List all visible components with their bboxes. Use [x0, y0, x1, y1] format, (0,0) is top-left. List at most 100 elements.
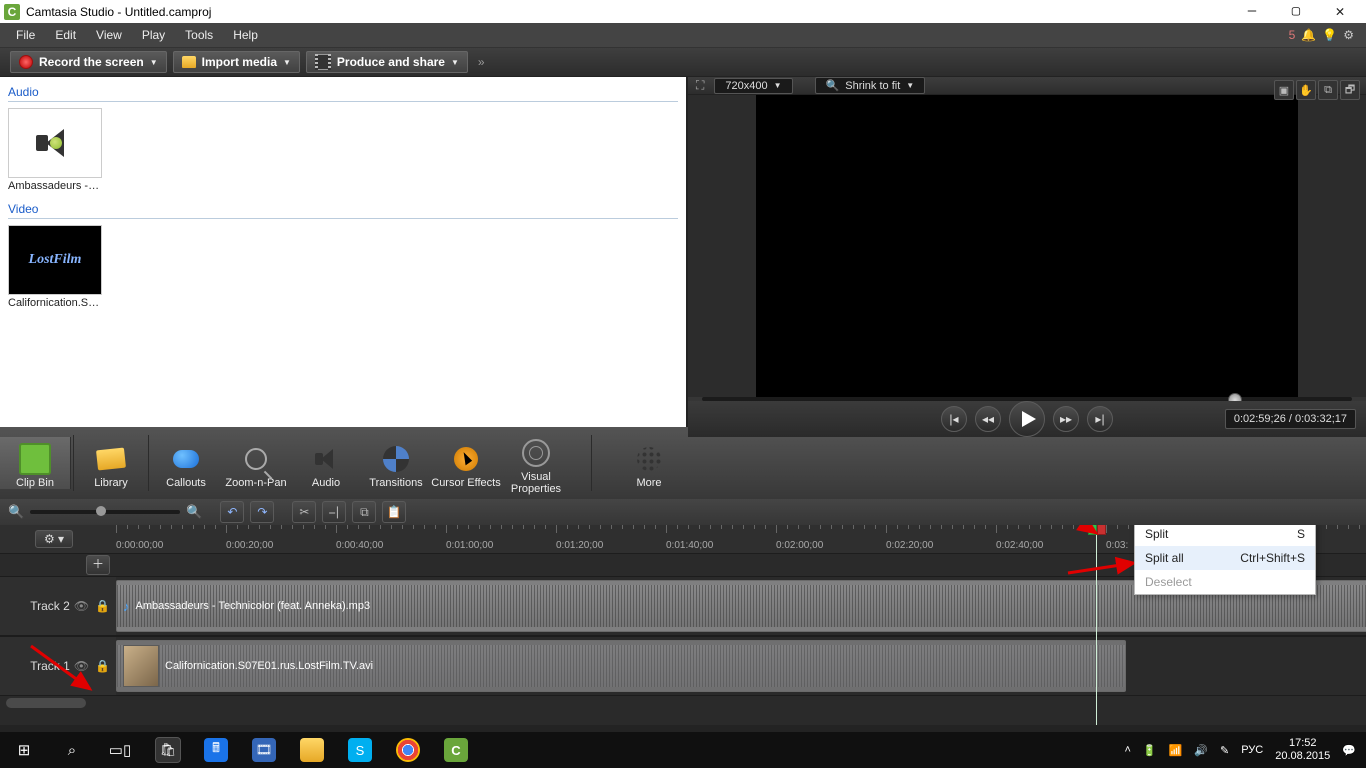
timeline-scrollbar[interactable]	[0, 696, 1366, 710]
tb-camtasia[interactable]: C	[432, 732, 480, 768]
tb-film[interactable]: 🎞	[240, 732, 288, 768]
tab-clip-bin[interactable]: Clip Bin	[0, 437, 71, 489]
pen-icon[interactable]: ✎	[1220, 744, 1229, 757]
chevron-down-icon: ▼	[451, 58, 459, 67]
alert-count: 5	[1289, 28, 1296, 42]
track-1-clip[interactable]: Californication.S07E01.rus.LostFilm.TV.a…	[116, 640, 1126, 692]
tab-cursor-effects[interactable]: Cursor Effects	[431, 437, 501, 489]
next-frame-button[interactable]: ▸|	[1087, 406, 1113, 432]
menu-view[interactable]: View	[86, 23, 132, 47]
rewind-button[interactable]: ◂◂	[975, 406, 1001, 432]
lock-icon[interactable]: 🔒	[95, 599, 110, 613]
pv-corner-2[interactable]: ✋	[1296, 80, 1316, 100]
tab-visual-properties[interactable]: Visual Properties	[501, 431, 571, 495]
menu-play[interactable]: Play	[132, 23, 175, 47]
split-button[interactable]: ⎯⎮	[322, 501, 346, 523]
tab-callouts[interactable]: Callouts	[151, 437, 221, 489]
zoom-dropdown[interactable]: 🔍 Shrink to fit ▼	[815, 77, 926, 94]
forward-button[interactable]: ▸▸	[1053, 406, 1079, 432]
audio-clip-name: Ambassadeurs - Technicolor (fe...	[8, 178, 100, 192]
music-note-icon: ♪	[123, 599, 130, 614]
app-icon: C	[4, 4, 20, 20]
ruler-tick: 0:00:00;00	[116, 540, 163, 551]
tab-zoom-pan[interactable]: Zoom-n-Pan	[221, 437, 291, 489]
tray-up-icon[interactable]: ˄	[1124, 744, 1130, 756]
playhead[interactable]	[1096, 525, 1097, 725]
paste-button[interactable]: 📋	[382, 501, 406, 523]
transitions-icon	[383, 446, 409, 472]
video-thumb: LostFilm	[8, 225, 102, 295]
search-icon[interactable]: ⌕	[48, 732, 96, 768]
close-button[interactable]: ✕	[1318, 2, 1362, 22]
timeline: ⚙ ▾ 0:00:00;000:00:20;000:00:40;000:01:0…	[0, 525, 1366, 725]
gear-icon[interactable]: ⚙	[1343, 28, 1354, 42]
video-clip-item[interactable]: LostFilm Californication.S0...	[8, 225, 100, 309]
track-1: Track 1 👁 🔒 Californication.S07E01.rus.L…	[0, 636, 1366, 696]
eye-icon[interactable]: 👁	[74, 599, 89, 613]
ctx-split[interactable]: SplitS	[1135, 525, 1315, 546]
pv-corner-1[interactable]: ▣	[1274, 80, 1294, 100]
audio-clip-item[interactable]: Ambassadeurs - Technicolor (fe...	[8, 108, 100, 192]
add-track-button[interactable]: ＋	[86, 555, 110, 575]
ruler-tick: 0:01:40;00	[666, 540, 713, 551]
film-icon	[315, 54, 331, 70]
lang-indicator[interactable]: РУС	[1241, 744, 1263, 756]
start-button[interactable]: ⊞	[0, 732, 48, 768]
play-button[interactable]	[1009, 401, 1045, 437]
cut-button[interactable]: ✂	[292, 501, 316, 523]
timeline-zoom-slider[interactable]	[30, 510, 180, 514]
tb-store[interactable]: 🛍	[144, 732, 192, 768]
dimensions-dropdown[interactable]: 720x400 ▼	[714, 78, 792, 94]
tab-library[interactable]: Library	[76, 437, 146, 489]
ctx-split-all[interactable]: Split allCtrl+Shift+S	[1135, 546, 1315, 570]
action-center-icon[interactable]: 💬	[1342, 744, 1356, 757]
track-1-lane[interactable]: Californication.S07E01.rus.LostFilm.TV.a…	[116, 637, 1366, 695]
menu-help[interactable]: Help	[223, 23, 268, 47]
track-2-label: Track 2	[30, 599, 70, 613]
tab-transitions[interactable]: Transitions	[361, 437, 431, 489]
tb-calc[interactable]: 🖩	[192, 732, 240, 768]
task-view-icon[interactable]: ▭▯	[96, 732, 144, 768]
import-media-button[interactable]: Import media ▼	[173, 51, 300, 73]
bell-icon[interactable]: 🔔	[1301, 28, 1316, 42]
zoom-in-icon[interactable]: 🔍	[186, 504, 202, 520]
tb-chrome[interactable]	[384, 732, 432, 768]
bulb-icon[interactable]: 💡	[1322, 28, 1337, 42]
tb-skype[interactable]: S	[336, 732, 384, 768]
minimize-button[interactable]: ―	[1230, 2, 1274, 22]
maximize-button[interactable]: ▢	[1274, 2, 1318, 22]
menu-tools[interactable]: Tools	[175, 23, 223, 47]
tab-audio[interactable]: Audio	[291, 437, 361, 489]
redo-button[interactable]: ↷	[250, 501, 274, 523]
menu-file[interactable]: File	[6, 23, 45, 47]
import-label: Import media	[202, 55, 277, 69]
lock-icon[interactable]: 🔒	[95, 659, 110, 673]
toolbar-more-icon[interactable]: »	[478, 55, 485, 69]
preview-toolbar: ⛶ 720x400 ▼ 🔍 Shrink to fit ▼ ▣ ✋ ⧉ 🗗	[688, 77, 1366, 95]
record-screen-button[interactable]: Record the screen ▼	[10, 51, 167, 73]
volume-icon[interactable]: 🔊	[1194, 744, 1208, 757]
track-1-label: Track 1	[30, 659, 70, 673]
menu-edit[interactable]: Edit	[45, 23, 86, 47]
wifi-icon[interactable]: 📶	[1169, 744, 1183, 757]
expand-icon[interactable]: ⛶	[696, 78, 704, 93]
video-section-label: Video	[8, 202, 678, 219]
prev-frame-button[interactable]: |◂	[941, 406, 967, 432]
battery-icon[interactable]: 🔋	[1143, 744, 1157, 757]
pv-corner-3[interactable]: ⧉	[1318, 80, 1338, 100]
eye-icon[interactable]: 👁	[74, 659, 89, 673]
preview-canvas[interactable]	[756, 95, 1298, 397]
timeline-settings[interactable]: ⚙ ▾	[0, 530, 108, 548]
main-toolbar: Record the screen ▼ Import media ▼ Produ…	[0, 48, 1366, 77]
speaker-icon	[36, 127, 74, 159]
copy-button[interactable]: ⧉	[352, 501, 376, 523]
pv-corner-4[interactable]: 🗗	[1340, 80, 1360, 100]
clock[interactable]: 17:52 20.08.2015	[1275, 737, 1330, 763]
tab-more[interactable]: More	[614, 437, 684, 489]
undo-button[interactable]: ↶	[220, 501, 244, 523]
playhead-handle[interactable]	[1088, 525, 1108, 534]
tb-folder[interactable]	[288, 732, 336, 768]
zoom-out-icon[interactable]: 🔍	[8, 504, 24, 520]
video-thumb-icon	[123, 645, 159, 687]
produce-share-button[interactable]: Produce and share ▼	[306, 51, 468, 73]
